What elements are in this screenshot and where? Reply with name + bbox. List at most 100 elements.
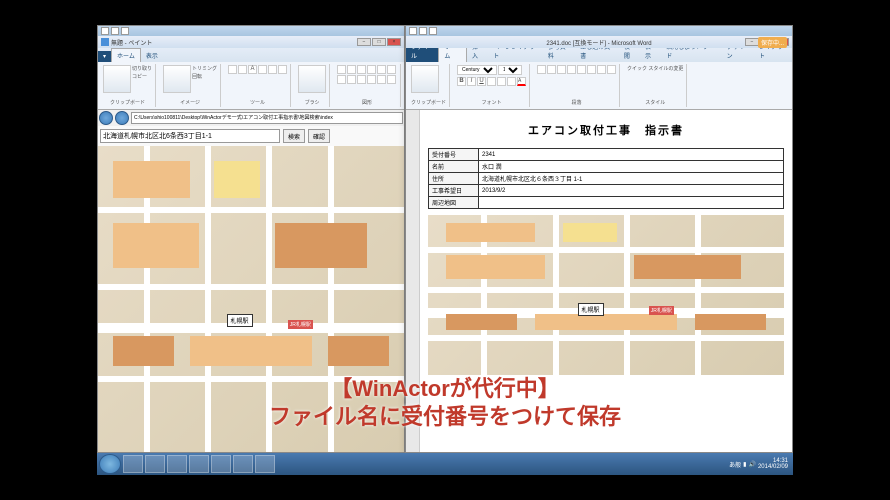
word-qat — [406, 26, 792, 36]
font-color-icon[interactable]: A — [517, 77, 526, 86]
paint-group-clipboard: 切り取り コピー クリップボード — [100, 64, 156, 107]
word-undo-icon[interactable] — [419, 27, 427, 35]
doc-station-label: 札幌駅 — [578, 303, 604, 316]
forward-button[interactable] — [115, 111, 129, 125]
taskbar-ie-icon[interactable] — [123, 455, 143, 473]
paint-tab-file[interactable]: ▾ — [98, 51, 111, 62]
select-icon[interactable] — [163, 65, 191, 93]
shape-oval-icon[interactable] — [357, 65, 366, 74]
address-field[interactable]: C:\Users\shio100811\Desktop\WinActorデモ一式… — [131, 112, 403, 124]
table-row: 住所北海道札幌市北区北６条西３丁目 1-1 — [429, 173, 784, 185]
picker-icon[interactable] — [268, 65, 277, 74]
doc-jr-label: JR札幌駅 — [649, 306, 674, 315]
bold-icon[interactable]: B — [457, 77, 466, 86]
search-bar: 検索 確認 — [98, 126, 404, 146]
word-minimize-button[interactable]: − — [745, 38, 759, 46]
search-button[interactable]: 検索 — [283, 129, 305, 143]
fill-icon[interactable] — [238, 65, 247, 74]
minimize-button[interactable]: − — [357, 38, 371, 46]
shape-callout-icon[interactable] — [367, 75, 376, 84]
align-left-icon[interactable] — [577, 65, 586, 74]
word-group-clipboard: クリップボード — [408, 64, 450, 107]
bullet-icon[interactable] — [537, 65, 546, 74]
trimming-button[interactable]: トリミング — [192, 65, 217, 72]
shape-curve-icon[interactable] — [347, 65, 356, 74]
taskbar-media-icon[interactable] — [167, 455, 187, 473]
zoom-icon[interactable] — [278, 65, 287, 74]
save-icon[interactable] — [101, 27, 109, 35]
shape-diamond-icon[interactable] — [387, 65, 396, 74]
paint-titlebar: 無題 - ペイント − □ × — [98, 36, 404, 48]
size-select[interactable]: 10.5 — [498, 65, 522, 75]
taskbar-explorer-icon[interactable] — [145, 455, 165, 473]
paint-tab-home[interactable]: ホーム — [111, 48, 141, 62]
close-button[interactable]: × — [387, 38, 401, 46]
shape-heart-icon[interactable] — [377, 75, 386, 84]
doc-table: 受付番号2341 名前水口 潤 住所北海道札幌市北区北６条西３丁目 1-1 工事… — [428, 148, 784, 209]
strike-icon[interactable] — [487, 77, 496, 86]
eraser-icon[interactable] — [258, 65, 267, 74]
search-input[interactable] — [100, 129, 280, 143]
indent-dec-icon[interactable] — [557, 65, 566, 74]
table-row: 周辺地図 — [429, 197, 784, 209]
undo-icon[interactable] — [111, 27, 119, 35]
confirm-button[interactable]: 確認 — [308, 129, 330, 143]
copy-button[interactable]: コピー — [132, 73, 152, 80]
paint-tab-view[interactable]: 表示 — [141, 49, 163, 62]
font-select[interactable]: Century — [457, 65, 497, 75]
align-right-icon[interactable] — [597, 65, 606, 74]
taskbar-folder-icon[interactable] — [189, 455, 209, 473]
paint-group-brush: ブラシ — [295, 64, 330, 107]
ime-status[interactable]: あ般 — [729, 460, 741, 469]
doc-map: 札幌駅 JR札幌駅 — [428, 215, 784, 375]
indent-inc-icon[interactable] — [567, 65, 576, 74]
maximize-button[interactable]: □ — [372, 38, 386, 46]
word-paste-icon[interactable] — [411, 65, 439, 93]
tray-volume-icon[interactable]: 🔊 — [748, 461, 755, 468]
rotate-button[interactable]: 回転 — [192, 73, 217, 80]
underline-icon[interactable]: U — [477, 77, 486, 86]
text-icon[interactable]: A — [248, 65, 257, 74]
shape-cloud-icon[interactable] — [387, 75, 396, 84]
back-button[interactable] — [99, 111, 113, 125]
shape-arrow-icon[interactable] — [337, 75, 346, 84]
word-group-style: クイック スタイルの変更 スタイル — [624, 64, 687, 107]
shape-line-icon[interactable] — [337, 65, 346, 74]
word-redo-icon[interactable] — [429, 27, 437, 35]
redo-icon[interactable] — [121, 27, 129, 35]
table-row: 受付番号2341 — [429, 149, 784, 161]
station-label: 札幌駅 — [227, 314, 253, 327]
browser-nav: C:\Users\shio100811\Desktop\WinActorデモ一式… — [98, 110, 404, 126]
jr-station-label: JR札幌駅 — [288, 320, 313, 329]
saving-badge: 保存中... — [758, 37, 787, 48]
taskbar: あ般 ▮ 🔊 14:31 2014/02/09 — [97, 453, 793, 475]
start-button[interactable] — [99, 454, 121, 474]
taskbar-word-icon[interactable] — [211, 455, 231, 473]
word-ribbon: クリップボード Century 10.5 B I U A フォント — [406, 62, 792, 110]
taskbar-excel-icon[interactable] — [233, 455, 253, 473]
shape-hex-icon[interactable] — [357, 75, 366, 84]
brush-icon[interactable] — [298, 65, 326, 93]
tray-network-icon[interactable]: ▮ — [743, 461, 746, 468]
cut-button[interactable]: 切り取り — [132, 65, 152, 72]
sup-icon[interactable] — [507, 77, 516, 86]
number-icon[interactable] — [547, 65, 556, 74]
paste-icon[interactable] — [103, 65, 131, 93]
shape-tri-icon[interactable] — [377, 65, 386, 74]
align-justify-icon[interactable] — [607, 65, 616, 74]
paint-title: 無題 - ペイント — [111, 38, 152, 47]
sub-icon[interactable] — [497, 77, 506, 86]
italic-icon[interactable]: I — [467, 77, 476, 86]
doc-title: エアコン取付工事 指示書 — [428, 122, 784, 138]
word-save-icon[interactable] — [409, 27, 417, 35]
shape-rect-icon[interactable] — [367, 65, 376, 74]
pencil-icon[interactable] — [228, 65, 237, 74]
shape-star-icon[interactable] — [347, 75, 356, 84]
table-row: 名前水口 潤 — [429, 161, 784, 173]
align-center-icon[interactable] — [587, 65, 596, 74]
word-group-font: Century 10.5 B I U A フォント — [454, 64, 530, 107]
taskbar-paint-icon[interactable] — [255, 455, 275, 473]
paint-group-shapes: 図形 — [334, 64, 401, 107]
caption-overlay: 【WinActorが代行中】 ファイル名に受付番号をつけて保存 — [269, 375, 621, 432]
clock-date: 2014/02/09 — [758, 464, 788, 470]
